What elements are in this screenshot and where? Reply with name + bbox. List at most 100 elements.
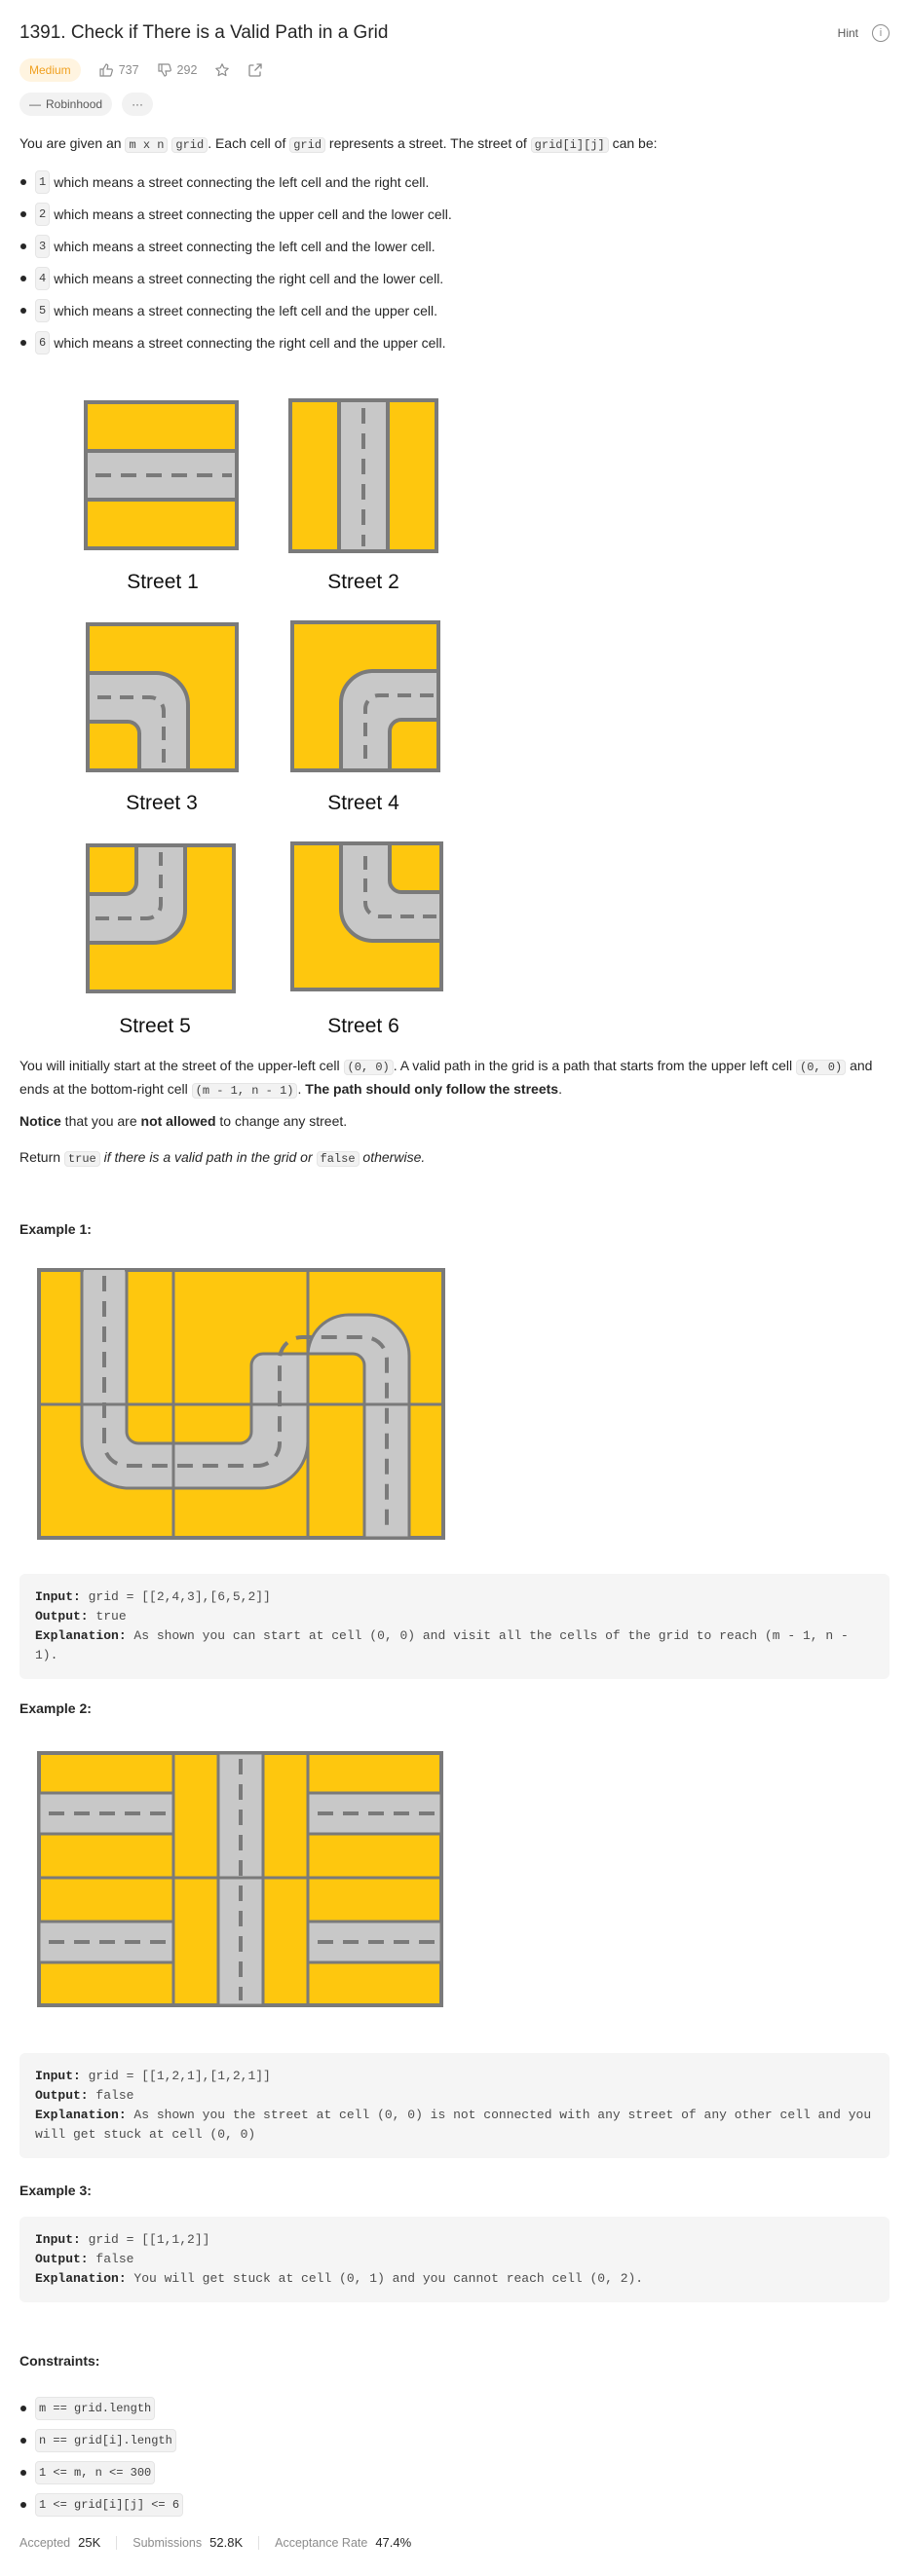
acceptance-rate-label: Acceptance Rate [275, 2536, 368, 2550]
street-2-tile [288, 398, 438, 553]
list-item-text: which means a street connecting the left… [54, 173, 430, 190]
tag-dash-icon: — [29, 97, 41, 111]
list-item: 1 <= m, n <= 300 [19, 2456, 183, 2488]
bold-text: The path should only follow the streets [305, 1081, 559, 1097]
like-button[interactable]: 737 [98, 59, 139, 81]
example-1-image [37, 1268, 445, 1540]
list-item: 2 which means a street connecting the upp… [19, 198, 452, 230]
inline-code: 1 <= m, n <= 300 [35, 2460, 156, 2484]
street-label: Street 4 [327, 792, 399, 814]
example-1-heading: Example 1: [19, 1221, 92, 1237]
inline-code: 4 [35, 266, 51, 290]
thumbs-down-icon [157, 63, 171, 77]
explanation-value: As shown you can start at cell (0, 0) an… [35, 1628, 849, 1662]
output-label: Output: [35, 2252, 89, 2266]
example-2-image [37, 1751, 443, 2007]
notice-paragraph: Notice that you are not allowed to chang… [19, 1110, 890, 1132]
list-item: 5 which means a street connecting the lef… [19, 294, 452, 326]
hint-button[interactable]: Hint [838, 22, 858, 44]
street-label: Street 6 [327, 1015, 399, 1037]
stats-bar: Accepted 25K Submissions 52.8K Acceptance … [19, 2532, 411, 2554]
share-icon [248, 63, 263, 77]
meta-row: Medium 737 292 [19, 58, 263, 82]
example-3-heading: Example 3: [19, 2183, 92, 2198]
input-value: grid = [[2,4,3],[6,5,2]] [80, 1589, 271, 1604]
inline-code: true [63, 1151, 100, 1167]
dislike-count: 292 [176, 63, 198, 77]
street-4-tile [290, 620, 440, 772]
list-item-text: which means a street connecting the left… [54, 238, 436, 254]
bold-text: not allowed [140, 1113, 216, 1129]
intro-paragraph: You are given an m x n grid. Each cell o… [19, 132, 890, 156]
list-item: 3 which means a street connecting the lef… [19, 230, 452, 262]
title-row: 1391. Check if There is a Valid Path in … [19, 19, 890, 47]
dislike-button[interactable]: 292 [157, 59, 198, 81]
input-line: Input: grid = [[1,1,2]] [35, 2230, 874, 2250]
output-label: Output: [35, 1609, 89, 1624]
tags-row: — Robinhood ··· [19, 93, 154, 116]
explanation-label: Explanation: [35, 2108, 127, 2122]
street-label: Street 1 [127, 571, 199, 593]
inline-code: 2 [35, 202, 51, 226]
inline-code: n == grid[i].length [35, 2428, 176, 2452]
inline-code: grid [289, 137, 326, 153]
street-type-list: 1 which means a street connecting the lef… [19, 166, 452, 358]
paragraph-text: that you are [60, 1113, 141, 1129]
output-label: Output: [35, 2088, 89, 2103]
list-item: n == grid[i].length [19, 2424, 183, 2456]
explanation-label: Explanation: [35, 1628, 127, 1643]
output-value: false [88, 2252, 134, 2266]
output-value: false [88, 2088, 134, 2103]
more-tags-button[interactable]: ··· [122, 93, 154, 116]
inline-code: m x n [125, 137, 169, 153]
paragraph-text: to change any street. [215, 1113, 348, 1129]
divider [258, 2536, 260, 2550]
divider [116, 2536, 118, 2550]
problem-title: 1391. Check if There is a Valid Path in … [19, 22, 389, 43]
company-tag-label: Robinhood [46, 97, 103, 111]
intro-text: can be: [608, 135, 658, 151]
example-1-code: Input: grid = [[2,4,3],[6,5,2]] Output: … [19, 1574, 890, 1679]
info-icon[interactable]: i [872, 24, 890, 42]
street-1-tile [84, 400, 239, 550]
list-item-text: which means a street connecting the righ… [54, 334, 446, 351]
paragraph-text: You will initially start at the street o… [19, 1058, 344, 1073]
intro-text: You are given an [19, 135, 126, 151]
explanation-line: Explanation: As shown you the street at … [35, 2106, 874, 2145]
inline-code: grid[i][j] [530, 137, 609, 153]
favorite-button[interactable] [214, 62, 230, 78]
intro-text: represents a street. The street of [325, 135, 531, 151]
input-value: grid = [[1,2,1],[1,2,1]] [80, 2069, 271, 2083]
constraints-list: m == grid.length n == grid[i].length 1 <… [19, 2392, 184, 2520]
inline-code: 1 [35, 169, 51, 194]
paragraph-text: . [558, 1081, 562, 1097]
submissions-label: Submissions [133, 2536, 203, 2550]
explanation-value: As shown you the street at cell (0, 0) i… [35, 2108, 872, 2142]
street-label: Street 5 [119, 1015, 191, 1037]
accepted-value: 25K [78, 2535, 101, 2550]
intro-text: . Each cell of [208, 135, 290, 151]
inline-code: false [316, 1151, 360, 1167]
example-2-code: Input: grid = [[1,2,1],[1,2,1]] Output: … [19, 2053, 890, 2158]
list-item-text: which means a street connecting the uppe… [54, 205, 452, 222]
title-actions: Hint i [838, 22, 890, 44]
inline-code: 6 [35, 330, 51, 355]
street-3-tile [86, 622, 239, 772]
star-icon [215, 63, 230, 77]
explanation-label: Explanation: [35, 2271, 127, 2286]
share-button[interactable] [247, 62, 263, 78]
list-item: 1 <= grid[i][j] <= 6 [19, 2488, 184, 2520]
thumbs-up-icon [99, 63, 113, 77]
inline-code: (0, 0) [796, 1060, 847, 1075]
input-label: Input: [35, 2232, 81, 2247]
company-tag[interactable]: — Robinhood [19, 93, 113, 116]
list-item: 4 which means a street connecting the rig… [19, 262, 452, 294]
explanation-line: Explanation: As shown you can start at c… [35, 1626, 874, 1665]
constraints-heading: Constraints: [19, 2353, 100, 2369]
input-line: Input: grid = [[1,2,1],[1,2,1]] [35, 2067, 874, 2086]
inline-code: m == grid.length [35, 2396, 156, 2420]
example-2-heading: Example 2: [19, 1700, 92, 1716]
inline-code: 1 <= grid[i][j] <= 6 [35, 2492, 184, 2517]
difficulty-badge: Medium [19, 58, 81, 82]
accepted-label: Accepted [19, 2536, 71, 2550]
